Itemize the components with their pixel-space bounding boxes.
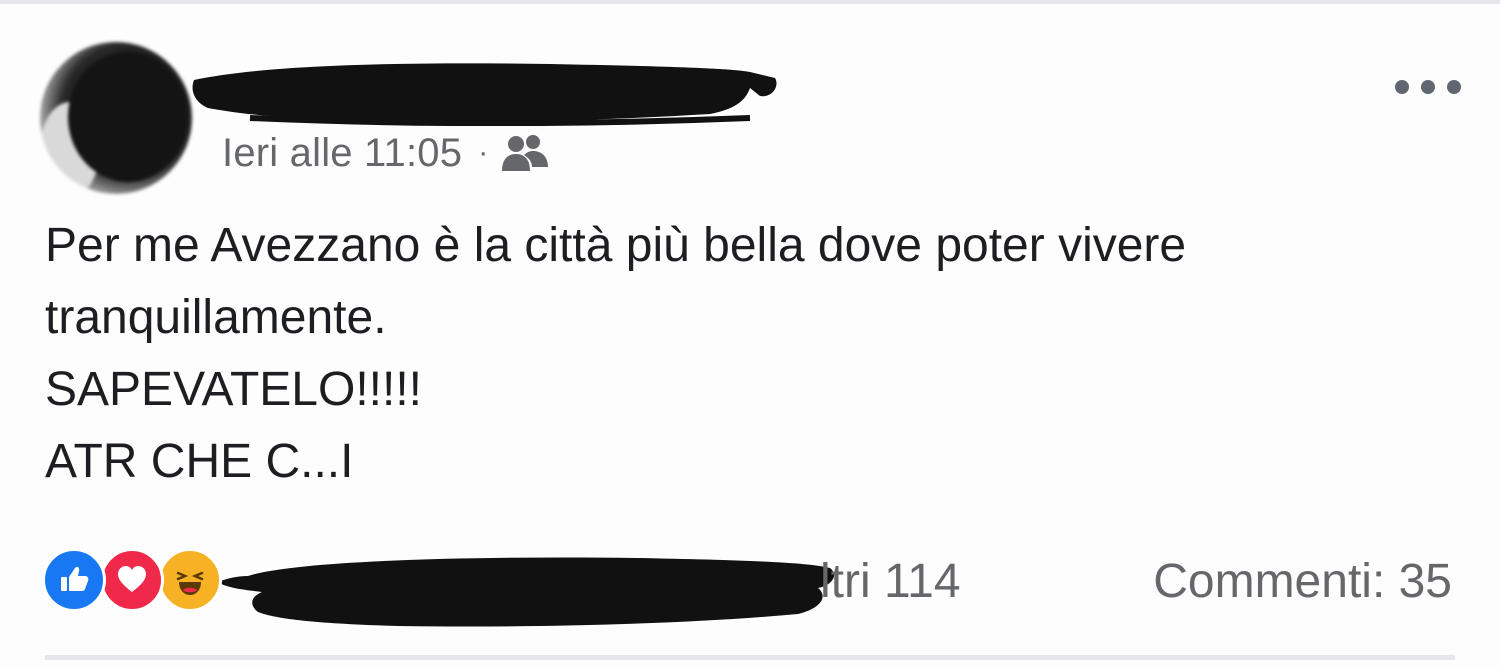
reaction-icons[interactable] [42,548,222,612]
redacted-reactor-names[interactable] [218,552,843,630]
more-options-icon[interactable] [1395,72,1461,102]
post-meta: Ieri alle 11:05 · [222,128,549,178]
like-icon[interactable] [42,548,106,612]
redaction-scribble [218,557,835,627]
author-avatar[interactable] [40,42,192,194]
reactors-count-text[interactable]: ltri 114 [820,552,961,612]
redacted-author-name[interactable] [190,58,780,126]
post-body-line: ATR CHE C...I [45,435,354,488]
love-icon[interactable] [100,548,164,612]
post-body: Per me Avezzano è la città più bella dov… [45,210,1465,498]
more-dot [1395,80,1409,94]
haha-icon[interactable] [158,548,222,612]
post-body-line: Per me Avezzano è la città più bella dov… [45,219,1187,272]
more-dot [1447,80,1461,94]
post-body-line: tranquillamente. [45,291,387,344]
meta-separator: · [478,136,489,169]
more-dot [1421,80,1435,94]
post-body-line: SAPEVATELO!!!!! [45,363,423,416]
friends-icon[interactable] [502,133,549,173]
redaction-scribble [192,63,777,126]
facebook-post-card: Ieri alle 11:05 · Per me Avezzano è la c… [0,0,1500,666]
post-timestamp[interactable]: Ieri alle 11:05 [222,131,462,176]
top-divider [0,0,1500,4]
bottom-divider [45,655,1455,660]
comments-count-link[interactable]: Commenti: 35 [1153,552,1452,612]
